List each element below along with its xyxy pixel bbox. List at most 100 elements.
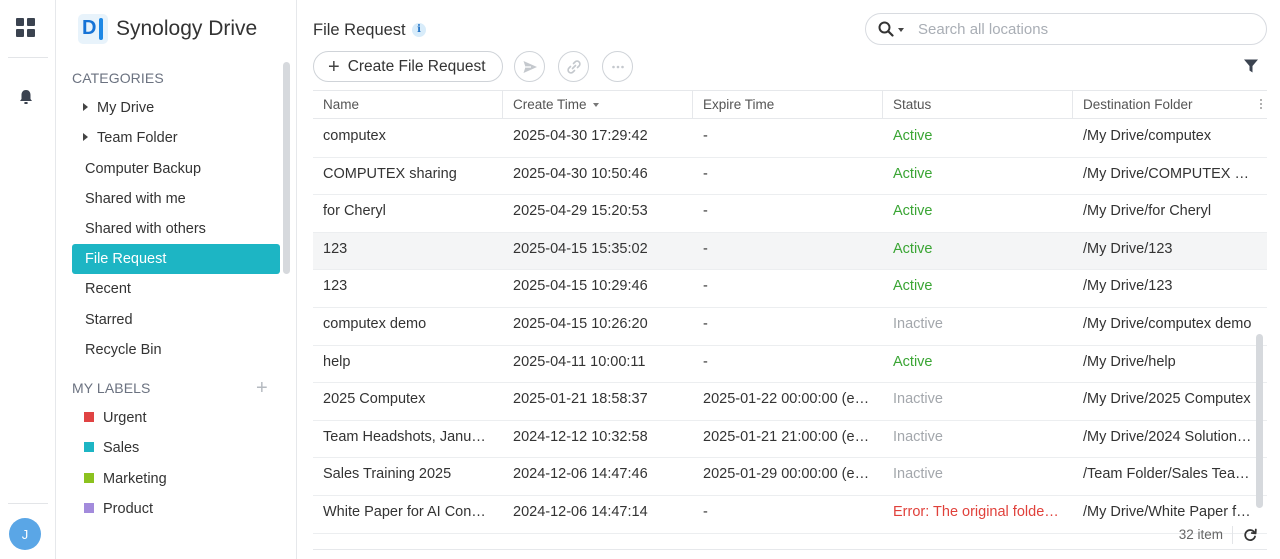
search-box[interactable]: [865, 13, 1267, 45]
cell-status: Active: [893, 128, 933, 144]
filter-icon[interactable]: [1243, 58, 1259, 74]
cell-name: computex demo: [323, 316, 427, 332]
refresh-icon[interactable]: [1243, 528, 1257, 542]
table-row[interactable]: COMPUTEX sharing 2025-04-30 10:50:46 - Acti…: [313, 158, 1267, 196]
cell-destination-folder: /My Drive/123: [1083, 240, 1173, 257]
send-button[interactable]: [514, 51, 545, 82]
app-logo: D Synology Drive: [78, 14, 257, 44]
sidebar-item-file-request[interactable]: File Request: [72, 244, 280, 274]
link-icon: [566, 59, 581, 74]
cell-create-time: 2024-12-06 14:47:46: [513, 466, 648, 483]
cell-create-time: 2025-04-15 10:29:46: [513, 278, 648, 295]
cell-destination-folder: /My Drive/2025 Computex: [1083, 391, 1251, 408]
cell-expire-time: -: [703, 128, 708, 144]
apps-grid-icon[interactable]: [16, 18, 36, 38]
info-icon[interactable]: i: [412, 23, 426, 37]
expand-arrow-icon[interactable]: [83, 133, 88, 141]
sidebar-item-team-folder[interactable]: Team Folder: [72, 123, 280, 153]
cell-name: help: [323, 353, 351, 370]
label-item-sales[interactable]: Sales: [84, 436, 139, 460]
cell-destination-folder: /My Drive/2024 Solution…: [1083, 428, 1252, 445]
cell-status: Active: [893, 203, 933, 220]
search-icon[interactable]: [878, 21, 894, 37]
cell-destination-folder: /My Drive/computex: [1083, 128, 1212, 144]
sidebar-item-computer-backup[interactable]: Computer Backup: [72, 154, 280, 184]
sidebar-item-shared-with-me[interactable]: Shared with me: [72, 184, 280, 214]
cell-status: Inactive: [893, 428, 943, 445]
more-actions-button[interactable]: [602, 51, 633, 82]
plus-icon: +: [328, 55, 340, 78]
cell-create-time: 2025-01-21 18:58:37: [513, 391, 648, 408]
table-footer: 32 item: [313, 520, 1267, 550]
sidebar-item-recycle-bin[interactable]: Recycle Bin: [72, 335, 280, 365]
label-item-urgent[interactable]: Urgent: [84, 406, 147, 430]
cell-destination-folder: /My Drive/for Cheryl: [1083, 203, 1212, 220]
sidebar-item-recent[interactable]: Recent: [72, 274, 280, 304]
cell-expire-time: -: [703, 240, 708, 257]
cell-status: Inactive: [893, 316, 943, 332]
cell-destination-folder: /My Drive/help: [1083, 353, 1176, 370]
table-row[interactable]: Team Headshots, Janu… 2024-12-12 10:32:58…: [313, 421, 1267, 459]
cell-create-time: 2025-04-29 15:20:53: [513, 203, 648, 220]
more-dots-icon: [611, 65, 624, 68]
cell-status: Inactive: [893, 466, 943, 483]
user-avatar[interactable]: J: [9, 518, 41, 550]
rail-divider: [8, 57, 48, 58]
sidebar-item-shared-with-others[interactable]: Shared with others: [72, 214, 280, 244]
cell-create-time: 2025-04-15 10:26:20: [513, 316, 648, 332]
synology-drive-logo-icon: D: [78, 14, 108, 44]
table-row[interactable]: computex 2025-04-30 17:29:42 - Active/My Dr…: [313, 120, 1267, 158]
search-scope-dropdown-icon[interactable]: [898, 28, 904, 32]
cell-expire-time: 2025-01-22 00:00:00 (e…: [703, 391, 870, 408]
table-scrollbar[interactable]: [1256, 334, 1263, 508]
cell-status: Active: [893, 240, 933, 257]
column-header-destination-folder[interactable]: Destination Folder: [1073, 91, 1267, 119]
cell-expire-time: -: [703, 165, 708, 182]
label-color-swatch: [84, 473, 94, 483]
cell-name: 2025 Computex: [323, 391, 426, 408]
cell-name: for Cheryl: [323, 203, 386, 220]
table-row[interactable]: computex demo 2025-04-15 10:26:20 - Inactiv…: [313, 308, 1267, 346]
cell-name: computex: [323, 128, 386, 144]
sort-desc-icon: [592, 103, 599, 107]
sidebar: D Synology Drive CATEGORIES My Drive Tea…: [56, 0, 297, 559]
label-item-marketing[interactable]: Marketing: [84, 467, 167, 491]
cell-name: 123: [323, 240, 348, 257]
cell-create-time: 2025-04-30 17:29:42: [513, 128, 648, 144]
notification-bell-icon[interactable]: [17, 88, 35, 106]
label-color-swatch: [84, 412, 94, 422]
table-row[interactable]: 2025 Computex 2025-01-21 18:58:37 2025-01-…: [313, 383, 1267, 421]
page-title: File Request: [313, 21, 406, 39]
send-icon: [523, 60, 537, 73]
cell-expire-time: -: [703, 203, 708, 220]
cell-status: Active: [893, 165, 933, 182]
column-header-status[interactable]: Status: [883, 91, 1073, 119]
sidebar-scrollbar[interactable]: [283, 62, 290, 274]
search-input[interactable]: [918, 18, 1258, 40]
cell-name: Sales Training 2025: [323, 466, 452, 483]
sidebar-item-starred[interactable]: Starred: [72, 305, 280, 335]
cell-destination-folder: /My Drive/123: [1083, 278, 1173, 295]
main-panel: File Request i +Create File Request: [297, 0, 1280, 559]
column-menu-icon[interactable]: [1260, 99, 1263, 111]
table-row[interactable]: Sales Training 2025 2024-12-06 14:47:46 20…: [313, 458, 1267, 496]
cell-status: Active: [893, 353, 933, 370]
column-header-expire-time[interactable]: Expire Time: [693, 91, 883, 119]
label-item-product[interactable]: Product: [84, 497, 153, 521]
expand-arrow-icon[interactable]: [83, 103, 88, 111]
cell-expire-time: 2025-01-29 00:00:00 (e…: [703, 466, 870, 483]
cell-create-time: 2025-04-30 10:50:46: [513, 165, 648, 182]
cell-expire-time: 2025-01-21 21:00:00 (e…: [703, 428, 870, 445]
table-row[interactable]: 123 2025-04-15 10:29:46 - Active/My Drive/1…: [313, 270, 1267, 308]
column-header-create-time[interactable]: Create Time: [503, 91, 693, 119]
table-row[interactable]: 123 2025-04-15 15:35:02 - Active/My Drive/1…: [313, 232, 1267, 271]
table-row[interactable]: help 2025-04-11 10:00:11 - Active/My Drive/…: [313, 346, 1267, 384]
cell-expire-time: -: [703, 353, 708, 370]
copy-link-button[interactable]: [558, 51, 589, 82]
sidebar-item-my-drive[interactable]: My Drive: [72, 93, 280, 123]
create-file-request-button[interactable]: + Create File Request: [313, 51, 503, 82]
add-label-button[interactable]: +: [256, 378, 268, 398]
column-header-name[interactable]: Name: [313, 91, 503, 119]
cell-name: Team Headshots, Janu…: [323, 428, 486, 445]
table-row[interactable]: for Cheryl 2025-04-29 15:20:53 - Active/My …: [313, 195, 1267, 233]
